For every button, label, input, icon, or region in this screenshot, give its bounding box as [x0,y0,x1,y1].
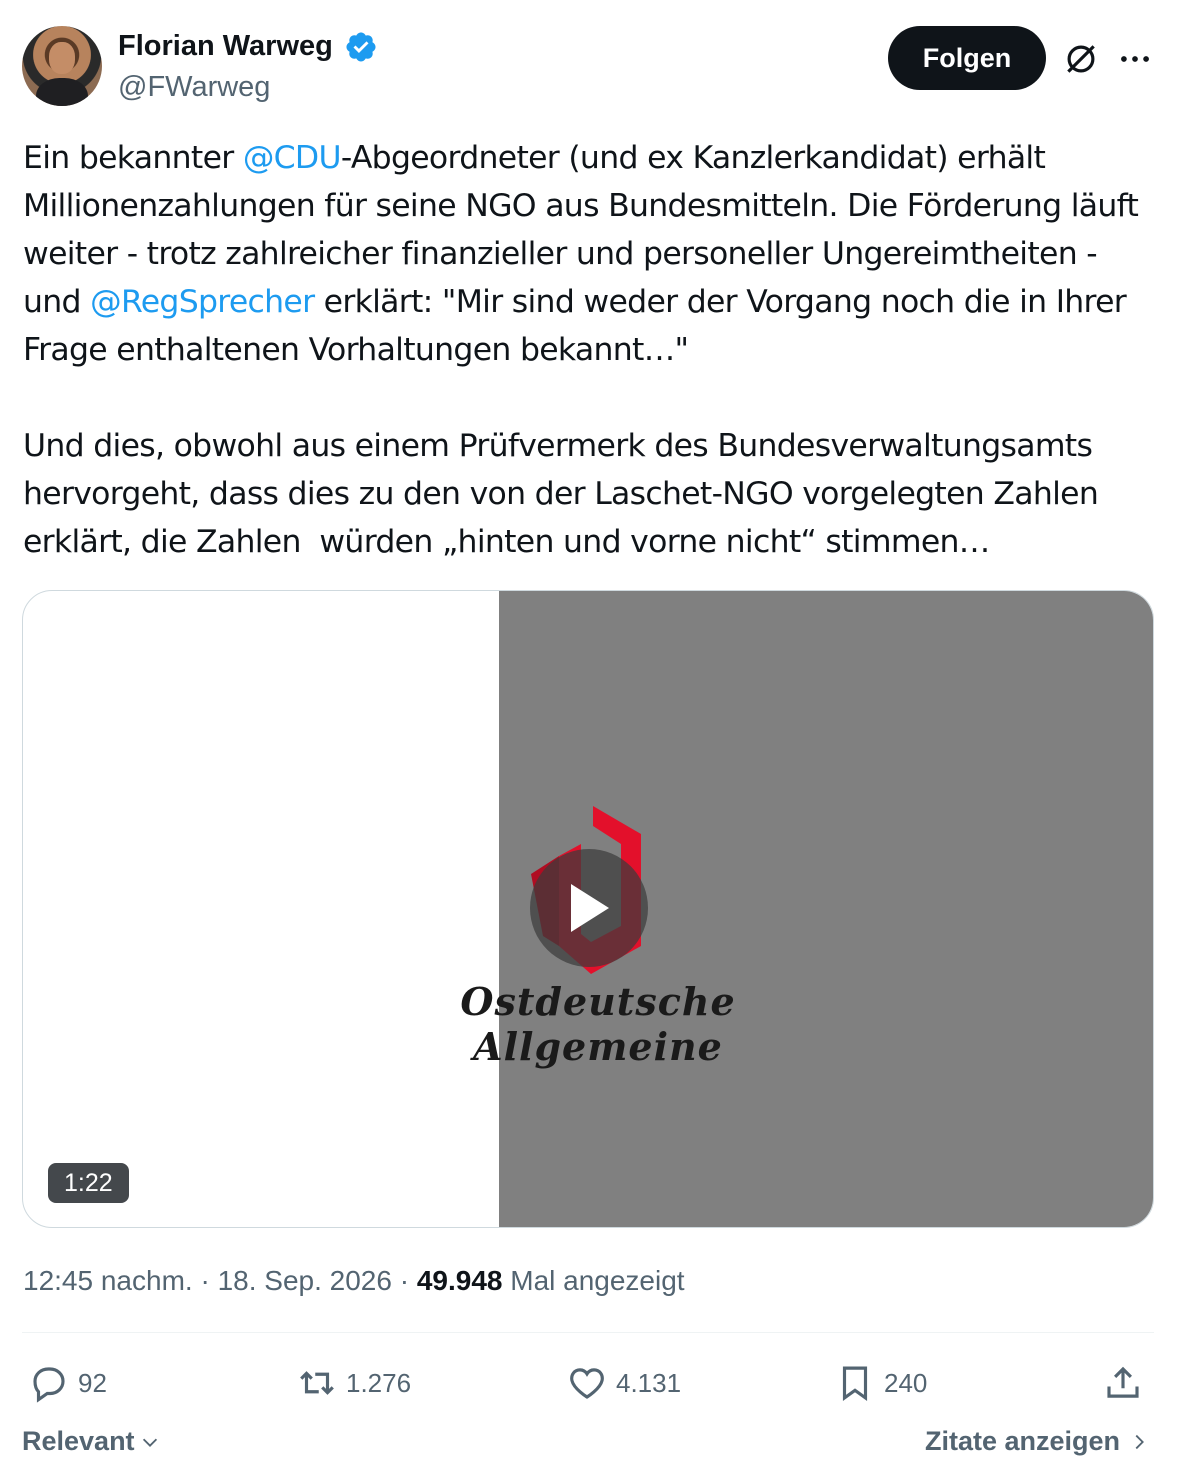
repost-icon [300,1371,334,1395]
like-count: 4.131 [616,1367,682,1398]
sort-dropdown[interactable]: Relevant [22,1426,161,1457]
bookmark-button[interactable]: 240 [834,1360,927,1406]
more-options-icon[interactable] [1116,40,1154,78]
bookmark-count: 240 [884,1367,928,1398]
reply-count: 92 [78,1367,107,1398]
video-player[interactable]: Ostdeutsche Allgemeine 1:22 [22,590,1154,1228]
avatar-body [36,78,88,106]
tweet-text: Ein bekannter @CDU-Abgeordneter (und ex … [23,134,1153,566]
quotes-label: Zitate anzeigen [924,1426,1120,1456]
author-handle[interactable]: @FWarweg [118,70,270,104]
tweet-text-segment: erklärt: "Mir sind weder der Vorgang noc… [23,284,1127,560]
view-quotes-link[interactable]: Zitate anzeigen [925,1426,1150,1457]
mention-link-regsprecher[interactable]: @RegSprecher [90,284,315,320]
mention-link-cdu[interactable]: @CDU [243,140,342,176]
heart-icon [570,1368,604,1399]
author-name[interactable]: Florian Warweg [118,28,333,64]
follow-button[interactable]: Folgen [888,26,1046,90]
bookmark-icon [842,1366,868,1401]
reply-icon [33,1367,65,1403]
views-count: 49.948 [416,1265,503,1296]
reply-button[interactable]: 92 [28,1360,107,1406]
meta-separator: · [200,1265,210,1296]
meta-separator: · [399,1265,410,1296]
verified-badge-icon [346,32,376,62]
share-icon [1107,1366,1139,1398]
share-button[interactable] [1102,1360,1144,1406]
play-button[interactable] [530,849,648,967]
avatar-face [49,42,75,74]
repost-button[interactable]: 1.276 [296,1360,411,1406]
author-avatar[interactable] [22,26,102,106]
sort-label: Relevant [22,1426,135,1456]
tweet-time[interactable]: 12:45 nachm. [23,1265,193,1296]
video-logo-text: Ostdeutsche Allgemeine [460,979,736,1069]
grok-icon[interactable] [1062,40,1100,78]
chevron-down-icon [142,1438,157,1447]
video-duration-badge: 1:22 [48,1163,129,1203]
like-button[interactable]: 4.131 [566,1360,681,1406]
chevron-right-icon [1135,1434,1144,1449]
tweet-meta: 12:45 nachm. · 18. Sep. 2026 · 49.948 Ma… [23,1262,685,1300]
tweet-date[interactable]: 18. Sep. 2026 [218,1265,392,1296]
divider [22,1332,1154,1333]
repost-count: 1.276 [346,1367,412,1398]
play-icon [571,884,609,932]
tweet-text-segment: Ein bekannter [23,140,243,176]
views-label: Mal angezeigt [510,1265,685,1296]
